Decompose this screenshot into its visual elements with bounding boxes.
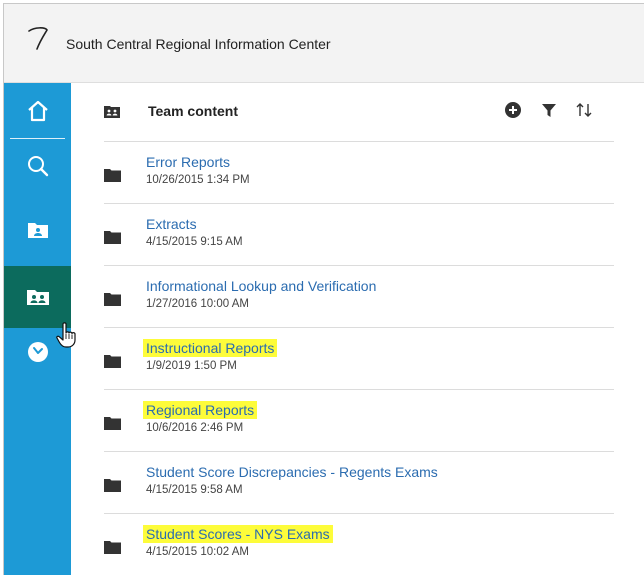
folder-name[interactable]: Instructional Reports — [143, 339, 278, 357]
folder-date: 1/27/2016 10:00 AM — [146, 298, 249, 310]
folder-date: 4/15/2015 9:15 AM — [146, 236, 243, 248]
sidebar-item-home[interactable] — [4, 83, 71, 138]
sort-button[interactable] — [572, 98, 596, 122]
clock-icon — [27, 342, 48, 362]
folder-date: 4/15/2015 9:58 AM — [146, 484, 243, 496]
folder-row[interactable]: Error Reports 10/26/2015 1:34 PM — [104, 141, 614, 203]
folder-name[interactable]: Student Score Discrepancies - Regents Ex… — [143, 463, 441, 481]
sidebar-item-recent[interactable] — [4, 328, 71, 376]
folder-date: 10/26/2015 1:34 PM — [146, 174, 250, 186]
filter-icon — [542, 104, 556, 117]
folder-row[interactable]: Extracts 4/15/2015 9:15 AM — [104, 203, 614, 265]
home-icon — [27, 100, 48, 121]
add-button[interactable] — [501, 98, 525, 122]
page-title: Team content — [148, 103, 238, 119]
content-header: Team content — [71, 83, 644, 141]
folder-name[interactable]: Regional Reports — [143, 401, 258, 419]
folder-icon — [104, 169, 121, 182]
sidebar-item-search[interactable] — [4, 141, 71, 191]
filter-button[interactable] — [537, 98, 561, 122]
folder-name[interactable]: Student Scores - NYS Exams — [143, 525, 333, 543]
folder-name[interactable]: Informational Lookup and Verification — [143, 277, 379, 295]
folder-icon — [104, 417, 121, 430]
folder-row[interactable]: Regional Reports 10/6/2016 2:46 PM — [104, 389, 614, 451]
sidebar-item-my-content[interactable] — [4, 205, 71, 255]
folder-icon — [104, 231, 121, 244]
folder-icon — [104, 355, 121, 368]
folder-icon — [104, 293, 121, 306]
my-content-folder-icon — [27, 223, 48, 238]
add-icon — [505, 102, 521, 118]
folder-date: 10/6/2016 2:46 PM — [146, 422, 244, 434]
search-icon — [27, 156, 48, 177]
sort-icon — [576, 103, 592, 117]
brand-logo-icon — [28, 27, 48, 50]
top-bar: South Central Regional Information Cente… — [4, 4, 644, 83]
team-folder-icon — [26, 290, 49, 305]
sidebar — [4, 83, 71, 575]
folder-name[interactable]: Error Reports — [143, 153, 233, 171]
folder-name[interactable]: Extracts — [143, 215, 200, 233]
sidebar-divider — [10, 138, 65, 139]
folder-row[interactable]: Informational Lookup and Verification 1/… — [104, 265, 614, 327]
folder-date: 1/9/2019 1:50 PM — [146, 360, 237, 372]
folder-row[interactable]: Instructional Reports 1/9/2019 1:50 PM — [104, 327, 614, 389]
sidebar-item-team-content[interactable] — [4, 266, 71, 328]
app-window: South Central Regional Information Cente… — [3, 3, 644, 575]
main-content: Team content Error Reports 10/26/2015 1:… — [71, 83, 644, 575]
folder-list: Error Reports 10/26/2015 1:34 PM Extract… — [104, 141, 614, 575]
folder-row[interactable]: Student Score Discrepancies - Regents Ex… — [104, 451, 614, 513]
folder-icon — [104, 479, 121, 492]
team-folder-icon — [104, 106, 120, 118]
folder-date: 4/15/2015 10:02 AM — [146, 546, 249, 558]
folder-icon — [104, 541, 121, 554]
folder-row[interactable]: Student Scores - NYS Exams 4/15/2015 10:… — [104, 513, 614, 575]
app-title: South Central Regional Information Cente… — [66, 36, 331, 52]
